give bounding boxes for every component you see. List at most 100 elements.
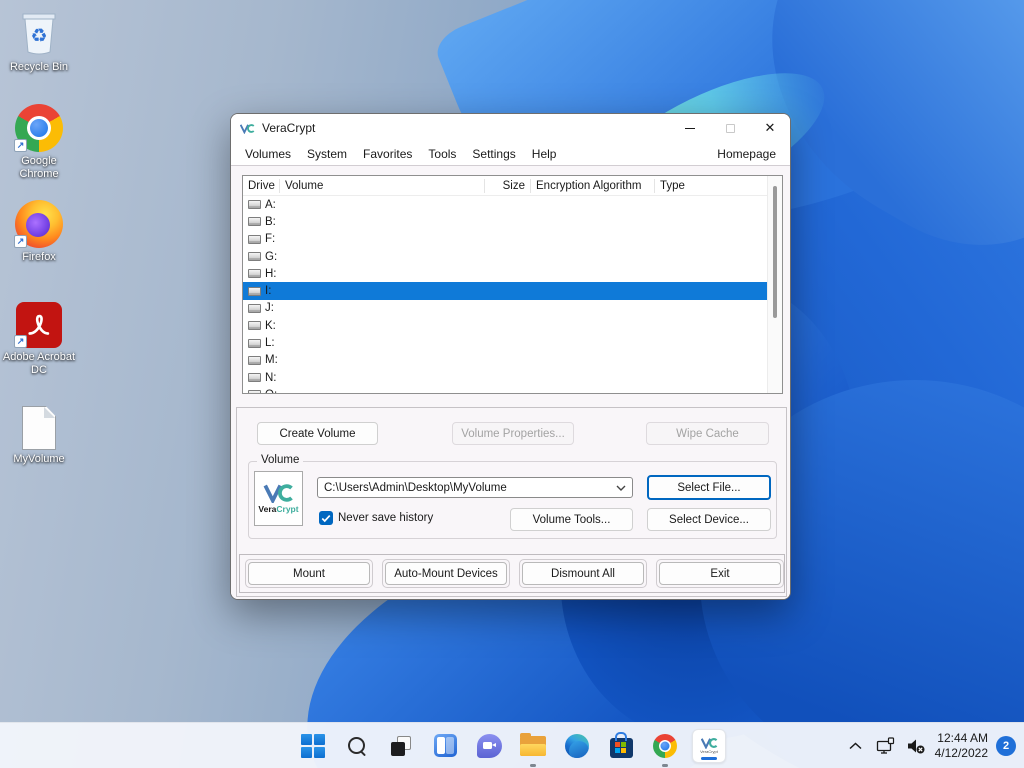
- lower-panel: Create Volume Volume Properties... Wipe …: [236, 407, 787, 597]
- desktop-icon-label: Google Chrome: [19, 155, 59, 180]
- drive-row-m[interactable]: M:: [243, 352, 767, 369]
- recycle-bin-icon: ♻: [2, 6, 76, 58]
- column-header-volume[interactable]: Volume: [280, 178, 485, 193]
- never-save-history-checkbox[interactable]: [319, 511, 333, 525]
- drive-row-o[interactable]: O:: [243, 386, 767, 393]
- widgets-button[interactable]: [423, 723, 467, 768]
- edge-icon: [565, 733, 589, 758]
- running-indicator: [530, 763, 536, 767]
- notification-badge[interactable]: 2: [996, 736, 1016, 756]
- menu-settings[interactable]: Settings: [464, 144, 523, 164]
- column-header-size[interactable]: Size: [485, 178, 531, 193]
- microsoft-store-icon: [609, 731, 633, 758]
- select-file-button[interactable]: Select File...: [647, 475, 771, 500]
- drive-letter: N:: [265, 371, 277, 384]
- chat-button[interactable]: [467, 723, 511, 768]
- volume-path-combobox[interactable]: C:\Users\Admin\Desktop\MyVolume: [317, 477, 633, 498]
- desktop-icon-recycle-bin[interactable]: ♻ Recycle Bin: [2, 6, 76, 74]
- mount-button[interactable]: Mount: [248, 562, 370, 585]
- drive-letter: I:: [265, 285, 272, 298]
- network-icon[interactable]: [875, 735, 897, 757]
- tray-time: 12:44 AM: [937, 731, 988, 745]
- auto-mount-devices-button[interactable]: Auto-Mount Devices: [385, 562, 507, 585]
- desktop-icon-label: Recycle Bin: [9, 61, 69, 73]
- shortcut-arrow-icon: ↗: [14, 139, 27, 152]
- file-explorer-icon: [520, 732, 546, 756]
- menu-homepage[interactable]: Homepage: [715, 144, 778, 164]
- close-button[interactable]: ✕: [750, 114, 790, 142]
- drive-letter: B:: [265, 215, 276, 228]
- edge-button[interactable]: [555, 723, 599, 768]
- exit-button[interactable]: Exit: [659, 562, 781, 585]
- shortcut-arrow-icon: ↗: [14, 235, 27, 248]
- menu-help[interactable]: Help: [524, 144, 565, 164]
- running-indicator: [662, 763, 668, 767]
- volume-muted-icon[interactable]: [905, 735, 927, 757]
- chrome-button[interactable]: [643, 723, 687, 768]
- search-icon: [346, 735, 368, 757]
- menu-tools[interactable]: Tools: [420, 144, 464, 164]
- menu-favorites[interactable]: Favorites: [355, 144, 420, 164]
- minimize-button[interactable]: [670, 114, 710, 142]
- create-volume-button[interactable]: Create Volume: [257, 422, 378, 445]
- volume-tools-button[interactable]: Volume Tools...: [510, 508, 633, 531]
- drive-letter: G:: [265, 250, 278, 263]
- desktop-icon-adobe-acrobat[interactable]: ↗ Adobe Acrobat DC: [2, 296, 76, 376]
- veracrypt-logo: VeraCrypt: [254, 471, 303, 526]
- file-icon: [2, 398, 76, 450]
- drive-icon: [248, 321, 261, 331]
- select-device-button[interactable]: Select Device...: [647, 508, 771, 531]
- svg-text:♻: ♻: [30, 26, 47, 47]
- drive-row-g[interactable]: G:: [243, 248, 767, 265]
- start-button[interactable]: [291, 723, 335, 768]
- chevron-down-icon[interactable]: [616, 482, 626, 494]
- taskbar: VeraCrypt 12:44 AM 4/12/2022 2: [0, 722, 1024, 768]
- desktop-icon-firefox[interactable]: ↗ Firefox: [2, 196, 76, 264]
- file-explorer-button[interactable]: [511, 723, 555, 768]
- drive-row-j[interactable]: J:: [243, 300, 767, 317]
- drive-row-i[interactable]: I:: [243, 282, 767, 300]
- drive-row-h[interactable]: H:: [243, 265, 767, 282]
- tray-date: 4/12/2022: [934, 746, 988, 760]
- drive-row-b[interactable]: B:: [243, 213, 767, 230]
- dismount-all-button[interactable]: Dismount All: [522, 562, 644, 585]
- desktop-icon-google-chrome[interactable]: ↗ Google Chrome: [2, 100, 76, 180]
- never-save-history-label: Never save history: [338, 512, 434, 524]
- exit-button-frame: Exit: [656, 559, 784, 588]
- desktop-wallpaper: ♻ Recycle Bin ↗ Google Chrome ↗ Firefox …: [0, 0, 1024, 768]
- drive-list-header: Drive Volume Size Encryption Algorithm Type: [243, 176, 767, 196]
- title-bar[interactable]: VeraCrypt ✕: [231, 114, 790, 142]
- firefox-icon: ↗: [2, 196, 76, 248]
- window-title: VeraCrypt: [262, 121, 316, 135]
- drive-letter: L:: [265, 337, 275, 350]
- menu-volumes[interactable]: Volumes: [237, 144, 299, 164]
- clock[interactable]: 12:44 AM 4/12/2022: [935, 731, 988, 761]
- drive-icon: [248, 303, 261, 313]
- volume-properties-button: Volume Properties...: [452, 422, 574, 445]
- veracrypt-taskbar-button[interactable]: VeraCrypt: [687, 723, 731, 768]
- drive-list-scrollbar[interactable]: [767, 176, 782, 393]
- drive-list[interactable]: Drive Volume Size Encryption Algorithm Type …: [242, 175, 783, 394]
- drive-row-a[interactable]: A:: [243, 196, 767, 213]
- search-button[interactable]: [335, 723, 379, 768]
- drive-row-k[interactable]: K:: [243, 317, 767, 334]
- volume-group-label: Volume: [257, 454, 304, 466]
- drive-row-n[interactable]: N:: [243, 369, 767, 386]
- column-header-encryption-algorithm[interactable]: Encryption Algorithm: [531, 178, 655, 193]
- drive-row-f[interactable]: F:: [243, 231, 767, 248]
- menu-system[interactable]: System: [299, 144, 355, 164]
- never-save-history-row[interactable]: Never save history: [319, 511, 433, 525]
- drive-row-l[interactable]: L:: [243, 334, 767, 351]
- column-header-type[interactable]: Type: [655, 179, 767, 193]
- volume-group: Volume VeraCrypt C:\Users\Admin\Desktop\…: [248, 454, 777, 539]
- drive-icon: [248, 373, 261, 383]
- desktop-icon-myvolume[interactable]: MyVolume: [2, 398, 76, 466]
- task-view-button[interactable]: [379, 723, 423, 768]
- chrome-icon: ↗: [2, 100, 76, 152]
- store-button[interactable]: [599, 723, 643, 768]
- hidden-icons-chevron[interactable]: [845, 735, 867, 757]
- task-view-icon: [390, 735, 412, 757]
- scrollbar-thumb[interactable]: [773, 186, 777, 318]
- windows-logo-icon: [301, 733, 325, 758]
- column-header-drive[interactable]: Drive: [243, 178, 280, 193]
